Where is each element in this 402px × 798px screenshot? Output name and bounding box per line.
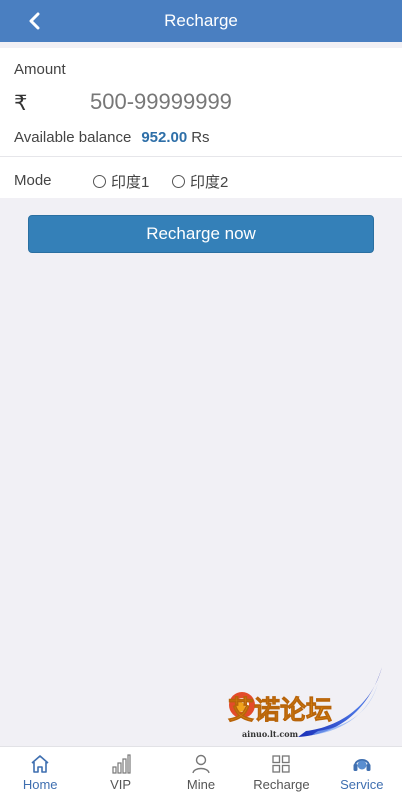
radio-icon[interactable]	[93, 175, 106, 188]
balance-row: Available balance 952.00 Rs	[14, 129, 210, 146]
headset-icon	[353, 759, 371, 771]
mode-option-1[interactable]: 印度1	[93, 171, 149, 192]
tab-label: VIP	[110, 777, 132, 792]
tab-service[interactable]: Service	[322, 747, 402, 798]
recharge-now-button[interactable]: Recharge now	[28, 215, 374, 253]
amount-input[interactable]	[90, 86, 390, 118]
balance-label: Available balance	[14, 129, 132, 146]
amount-label: Amount	[14, 61, 66, 78]
header-bar: Recharge	[0, 0, 402, 42]
balance-value: 952.00	[141, 129, 188, 146]
tab-label: Recharge	[253, 777, 310, 792]
bar-chart-icon	[112, 754, 131, 774]
mode-option-label: 印度1	[111, 174, 150, 191]
mode-label: Mode	[14, 172, 52, 189]
grid-icon	[272, 755, 291, 773]
user-icon	[192, 754, 210, 774]
watermark-logo: 艾诺论坛 ainuo.lt.com	[228, 667, 382, 739]
bottom-tab-bar: Home VIP Mine Recharge Service	[0, 746, 402, 798]
radio-icon[interactable]	[172, 175, 185, 188]
mode-option-2[interactable]: 印度2	[172, 171, 228, 192]
tab-vip[interactable]: VIP	[80, 747, 160, 798]
watermark-url: ainuo.lt.com	[242, 729, 299, 739]
tab-recharge[interactable]: Recharge	[241, 747, 321, 798]
tab-label: Home	[22, 777, 58, 792]
watermark-text: 艾诺论坛	[228, 696, 332, 726]
tab-label: Service	[340, 777, 384, 792]
tab-home[interactable]: Home	[0, 747, 80, 798]
mode-option-label: 印度2	[190, 174, 229, 191]
home-icon	[31, 755, 49, 773]
balance-unit: Rs	[191, 129, 210, 146]
currency-symbol: ₹	[14, 92, 28, 115]
tab-label: Mine	[186, 777, 216, 792]
divider	[0, 156, 402, 157]
chevron-left-icon	[29, 12, 40, 30]
page-title: Recharge	[164, 11, 238, 30]
recharge-form: Amount ₹ Available balance952.00Rs Mode …	[0, 48, 402, 198]
tab-mine[interactable]: Mine	[161, 747, 241, 798]
back-button[interactable]	[22, 9, 46, 33]
